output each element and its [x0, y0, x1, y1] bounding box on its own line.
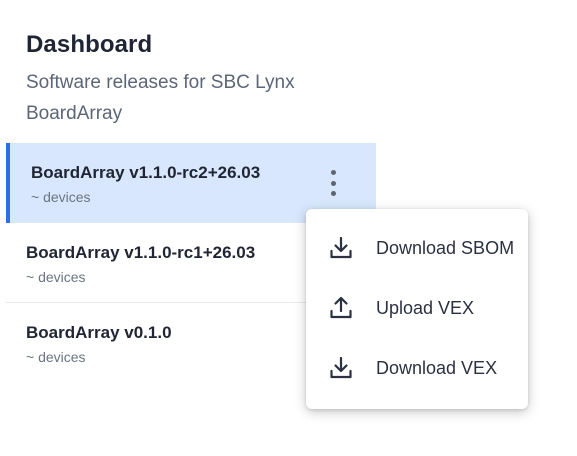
release-context-menu: Download SBOM Upload VEX Download VEX — [306, 209, 528, 409]
menu-item-download-sbom[interactable]: Download SBOM — [306, 219, 528, 279]
release-name: BoardArray v0.1.0 — [26, 323, 172, 342]
upload-icon — [330, 296, 352, 319]
release-device-count: ~ devices — [26, 269, 86, 285]
kebab-dot — [330, 180, 336, 186]
release-device-count: ~ devices — [26, 349, 86, 365]
dashboard-page: Dashboard Software releases for SBC Lynx… — [0, 0, 577, 456]
download-icon — [330, 236, 352, 259]
page-title: Dashboard — [26, 31, 153, 58]
kebab-dot — [330, 170, 336, 175]
release-name: BoardArray v1.1.0-rc1+26.03 — [26, 243, 256, 262]
release-device-count: ~ devices — [31, 189, 91, 205]
page-subtitle-line1: Software releases for SBC Lynx — [26, 72, 295, 93]
page-subtitle-line2: BoardArray — [26, 103, 123, 124]
page-header: Dashboard Software releases for SBC Lynx… — [26, 28, 356, 129]
release-name: BoardArray v1.1.0-rc2+26.03 — [31, 163, 261, 182]
more-options-button[interactable] — [326, 170, 340, 196]
page-subtitle: Software releases for SBC Lynx BoardArra… — [26, 67, 356, 129]
menu-item-label: Download SBOM — [376, 238, 515, 258]
menu-item-label: Download VEX — [376, 358, 498, 378]
menu-item-upload-vex[interactable]: Upload VEX — [306, 279, 528, 339]
menu-item-label: Upload VEX — [376, 298, 475, 318]
kebab-dot — [330, 191, 336, 196]
menu-item-download-vex[interactable]: Download VEX — [306, 339, 528, 399]
download-icon — [330, 356, 352, 379]
